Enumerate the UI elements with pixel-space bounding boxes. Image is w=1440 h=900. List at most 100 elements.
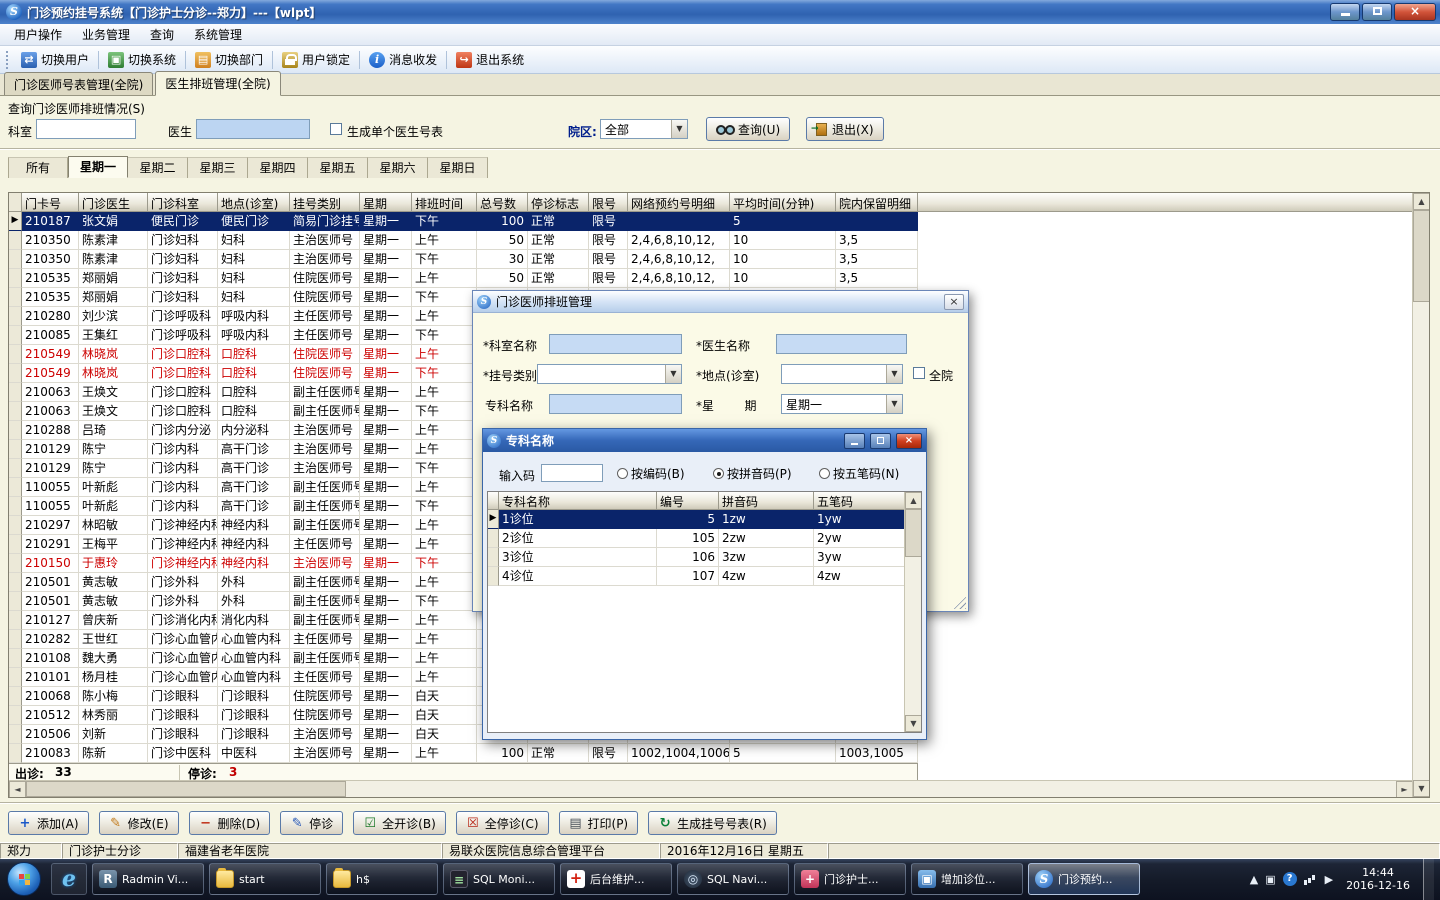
- specialty-row[interactable]: 2诊位 105 2zw 2yw: [488, 529, 921, 548]
- specialty-column-header-code[interactable]: 编号: [657, 492, 719, 510]
- menu-item-2[interactable]: 查询: [140, 24, 184, 45]
- radio-option-2[interactable]: 按五笔码(N): [819, 465, 899, 482]
- dept-input[interactable]: [36, 119, 136, 139]
- column-header-status[interactable]: 停诊标志: [528, 193, 589, 212]
- column-header-total[interactable]: 总号数: [477, 193, 528, 212]
- specialty-vertical-scrollbar[interactable]: ▲ ▼: [904, 492, 921, 732]
- taskbar-clock[interactable]: 14:44 2016-12-16: [1340, 866, 1416, 892]
- schedule-row[interactable]: 210083 陈新 门诊中医科 中医科 主治医师号 星期一 上午 100 正常 限号 1002,10…: [9, 744, 1429, 763]
- specialty-input[interactable]: [549, 394, 682, 414]
- toolbar-exit-button[interactable]: ↪ 退出系统: [450, 48, 530, 71]
- hidden-icons-arrow[interactable]: ▲: [1250, 873, 1258, 886]
- horizontal-scrollbar[interactable]: ◄ ►: [9, 780, 1413, 797]
- taskbar-button-0[interactable]: R Radmin Vi...: [92, 863, 204, 895]
- whole-hospital-checkbox[interactable]: [913, 367, 925, 379]
- toolbar-switch-user-button[interactable]: ⇄ 切换用户: [15, 48, 95, 71]
- toolbar-message-button[interactable]: i 消息收发: [363, 48, 443, 71]
- dialog-minimize-icon[interactable]: [844, 432, 865, 449]
- delete-button[interactable]: − 删除(D): [188, 811, 271, 835]
- stop-button[interactable]: ✎ 停诊: [280, 811, 344, 835]
- help-icon[interactable]: ?: [1282, 872, 1297, 886]
- start-button[interactable]: [7, 862, 41, 896]
- input-code-field[interactable]: [541, 464, 603, 482]
- resize-grip[interactable]: [952, 595, 966, 609]
- radio-option-1[interactable]: 按拼音码(P): [713, 465, 792, 482]
- vertical-scrollbar[interactable]: ▲ ▼: [1412, 193, 1429, 797]
- minimize-button[interactable]: [1330, 3, 1360, 21]
- taskbar-button-2[interactable]: h$: [326, 863, 438, 895]
- day-tab-1[interactable]: 星期一: [68, 156, 128, 178]
- column-header-room[interactable]: 地点(诊室): [218, 193, 290, 212]
- chevron-down-icon[interactable]: ▼: [665, 365, 681, 383]
- action-center-flag-icon[interactable]: ▶: [1325, 873, 1333, 886]
- vertical-scroll-thumb[interactable]: [905, 509, 921, 557]
- taskbar-button-8[interactable]: S 门诊预约...: [1028, 863, 1140, 895]
- day-tab-6[interactable]: 星期六: [368, 157, 428, 178]
- specialty-row[interactable]: 3诊位 106 3zw 3yw: [488, 548, 921, 567]
- chevron-down-icon[interactable]: ▼: [671, 120, 687, 138]
- dialog-maximize-icon[interactable]: [870, 432, 891, 449]
- column-header-dept[interactable]: 门诊科室: [148, 193, 218, 212]
- column-header-limit[interactable]: 限号: [589, 193, 628, 212]
- column-header-reserve-detail[interactable]: 院内保留明细: [836, 193, 918, 212]
- dialog-close-icon[interactable]: ×: [944, 293, 964, 310]
- menu-item-1[interactable]: 业务管理: [72, 24, 140, 45]
- single-doctor-checkbox[interactable]: [330, 123, 342, 135]
- specialty-column-header-pinyin[interactable]: 拼音码: [719, 492, 814, 510]
- generate-button[interactable]: ↻ 生成挂号号表(R): [648, 811, 777, 835]
- edit-button[interactable]: ✎ 修改(E): [98, 811, 179, 835]
- column-header-weekday[interactable]: 星期: [360, 193, 412, 212]
- taskbar-ie-button[interactable]: e: [51, 863, 87, 895]
- chevron-down-icon[interactable]: ▼: [886, 365, 902, 383]
- schedule-row[interactable]: ▶ 210187 张文娟 便民门诊 便民门诊 简易门诊挂号 星期一 下午 100 正常 限号 5: [9, 212, 1429, 231]
- day-tab-3[interactable]: 星期三: [188, 157, 248, 178]
- schedule-row[interactable]: 210350 陈素津 门诊妇科 妇科 主治医师号 星期一 上午 50 正常 限号 2,4,6,8,1…: [9, 231, 1429, 250]
- radio-option-0[interactable]: 按编码(B): [617, 465, 685, 482]
- doctor-name-input[interactable]: [776, 334, 907, 354]
- chevron-down-icon[interactable]: ▼: [886, 395, 902, 413]
- menu-item-3[interactable]: 系统管理: [184, 24, 252, 45]
- specialty-row[interactable]: ▶ 1诊位 5 1zw 1yw: [488, 510, 921, 529]
- schedule-row[interactable]: 210535 郑丽娟 门诊妇科 妇科 住院医师号 星期一 上午 50 正常 限号 2,4,6,8,1…: [9, 269, 1429, 288]
- taskbar-button-3[interactable]: ≡ SQL Moni...: [443, 863, 555, 895]
- scroll-up-icon[interactable]: ▲: [1413, 193, 1429, 210]
- network-icon[interactable]: [1303, 873, 1318, 885]
- column-header-card-no[interactable]: 门卡号: [22, 193, 79, 212]
- dialog-close-icon[interactable]: ×: [896, 432, 922, 449]
- search-button[interactable]: 查询(U): [706, 117, 791, 141]
- scroll-down-icon[interactable]: ▼: [1413, 780, 1429, 797]
- scroll-down-icon[interactable]: ▼: [905, 715, 921, 732]
- open-all-button[interactable]: ☑ 全开诊(B): [353, 811, 446, 835]
- taskbar-button-1[interactable]: start: [209, 863, 321, 895]
- column-header-doctor[interactable]: 门诊医生: [79, 193, 148, 212]
- doctor-input[interactable]: [196, 119, 310, 139]
- toolbar-switch-department-button[interactable]: ▤ 切换部门: [189, 48, 269, 71]
- tray-app-icon[interactable]: ▣: [1265, 873, 1275, 886]
- day-tab-2[interactable]: 星期二: [128, 157, 188, 178]
- toolbar-user-lock-button[interactable]: 用户锁定: [276, 48, 356, 71]
- scroll-up-icon[interactable]: ▲: [905, 492, 921, 509]
- day-tab-5[interactable]: 星期五: [308, 157, 368, 178]
- column-header-reg-type[interactable]: 挂号类别: [290, 193, 360, 212]
- print-button[interactable]: ▤ 打印(P): [558, 811, 639, 835]
- specialty-column-header-wubi[interactable]: 五笔码: [814, 492, 906, 510]
- taskbar-button-7[interactable]: ▣ 增加诊位...: [911, 863, 1023, 895]
- taskbar-button-5[interactable]: ◎ SQL Navi...: [677, 863, 789, 895]
- week-select[interactable]: 星期一 ▼: [781, 394, 903, 414]
- taskbar-button-6[interactable]: + 门诊护士...: [794, 863, 906, 895]
- dialog-title-bar[interactable]: S 专科名称 ×: [483, 429, 926, 452]
- day-tab-7[interactable]: 星期日: [428, 157, 488, 178]
- tab-1[interactable]: 医生排班管理(全院): [155, 71, 281, 96]
- horizontal-scroll-thumb[interactable]: [26, 781, 346, 797]
- vertical-scroll-thumb[interactable]: [1413, 210, 1429, 302]
- column-header-online-detail[interactable]: 网络预约号明细: [628, 193, 730, 212]
- column-header-avg-time[interactable]: 平均时间(分钟): [730, 193, 836, 212]
- regtype-select[interactable]: ▼: [537, 364, 682, 384]
- scroll-right-icon[interactable]: ►: [1396, 781, 1413, 797]
- maximize-button[interactable]: [1362, 3, 1392, 21]
- schedule-row[interactable]: 210350 陈素津 门诊妇科 妇科 主治医师号 星期一 下午 30 正常 限号 2,4,6,8,1…: [9, 250, 1429, 269]
- horizontal-scroll-track[interactable]: [26, 781, 1396, 797]
- location-select[interactable]: ▼: [781, 364, 903, 384]
- day-tab-4[interactable]: 星期四: [248, 157, 308, 178]
- exit-button[interactable]: 退出(X): [806, 117, 884, 141]
